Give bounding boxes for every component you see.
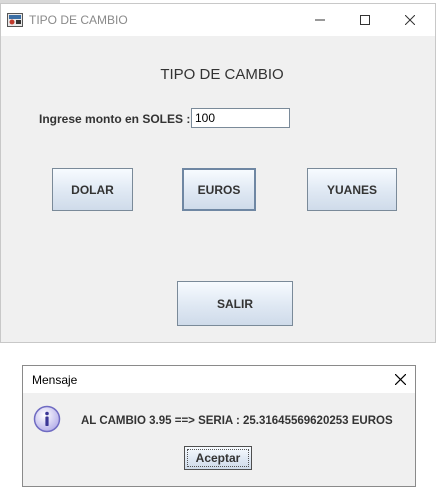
maximize-icon: [360, 15, 370, 25]
dialog-title: Mensaje: [32, 373, 78, 387]
close-icon: [405, 15, 415, 25]
dolar-button[interactable]: DOLAR: [52, 168, 133, 211]
close-icon: [394, 374, 406, 385]
main-window: TIPO DE CAMBIO TIPO DE CAMBIO Ingrese mo…: [0, 3, 436, 343]
amount-input[interactable]: [191, 108, 290, 128]
window-title: TIPO DE CAMBIO: [29, 13, 128, 27]
page-heading: TIPO DE CAMBIO: [160, 66, 284, 83]
dialog-titlebar: Mensaje: [23, 366, 415, 393]
java-app-icon: [7, 13, 23, 27]
salir-button[interactable]: SALIR: [177, 281, 293, 326]
amount-label: Ingrese monto en SOLES :: [39, 112, 191, 126]
dialog-message: AL CAMBIO 3.95 ==> SERIA : 25.3164556962…: [81, 415, 393, 427]
aceptar-button[interactable]: Aceptar: [184, 446, 252, 470]
minimize-button[interactable]: [297, 4, 343, 36]
message-dialog: Mensaje AL CAMBIO 3.95 ==> SERIA : 25.31…: [22, 365, 416, 487]
maximize-button[interactable]: [342, 4, 388, 36]
info-icon: [33, 405, 61, 433]
yuanes-button[interactable]: YUANES: [307, 168, 397, 211]
main-titlebar: TIPO DE CAMBIO: [1, 4, 435, 36]
euros-button[interactable]: EUROS: [182, 168, 256, 211]
minimize-icon: [315, 19, 325, 21]
dialog-close-button[interactable]: [385, 366, 415, 393]
close-button[interactable]: [387, 4, 433, 36]
